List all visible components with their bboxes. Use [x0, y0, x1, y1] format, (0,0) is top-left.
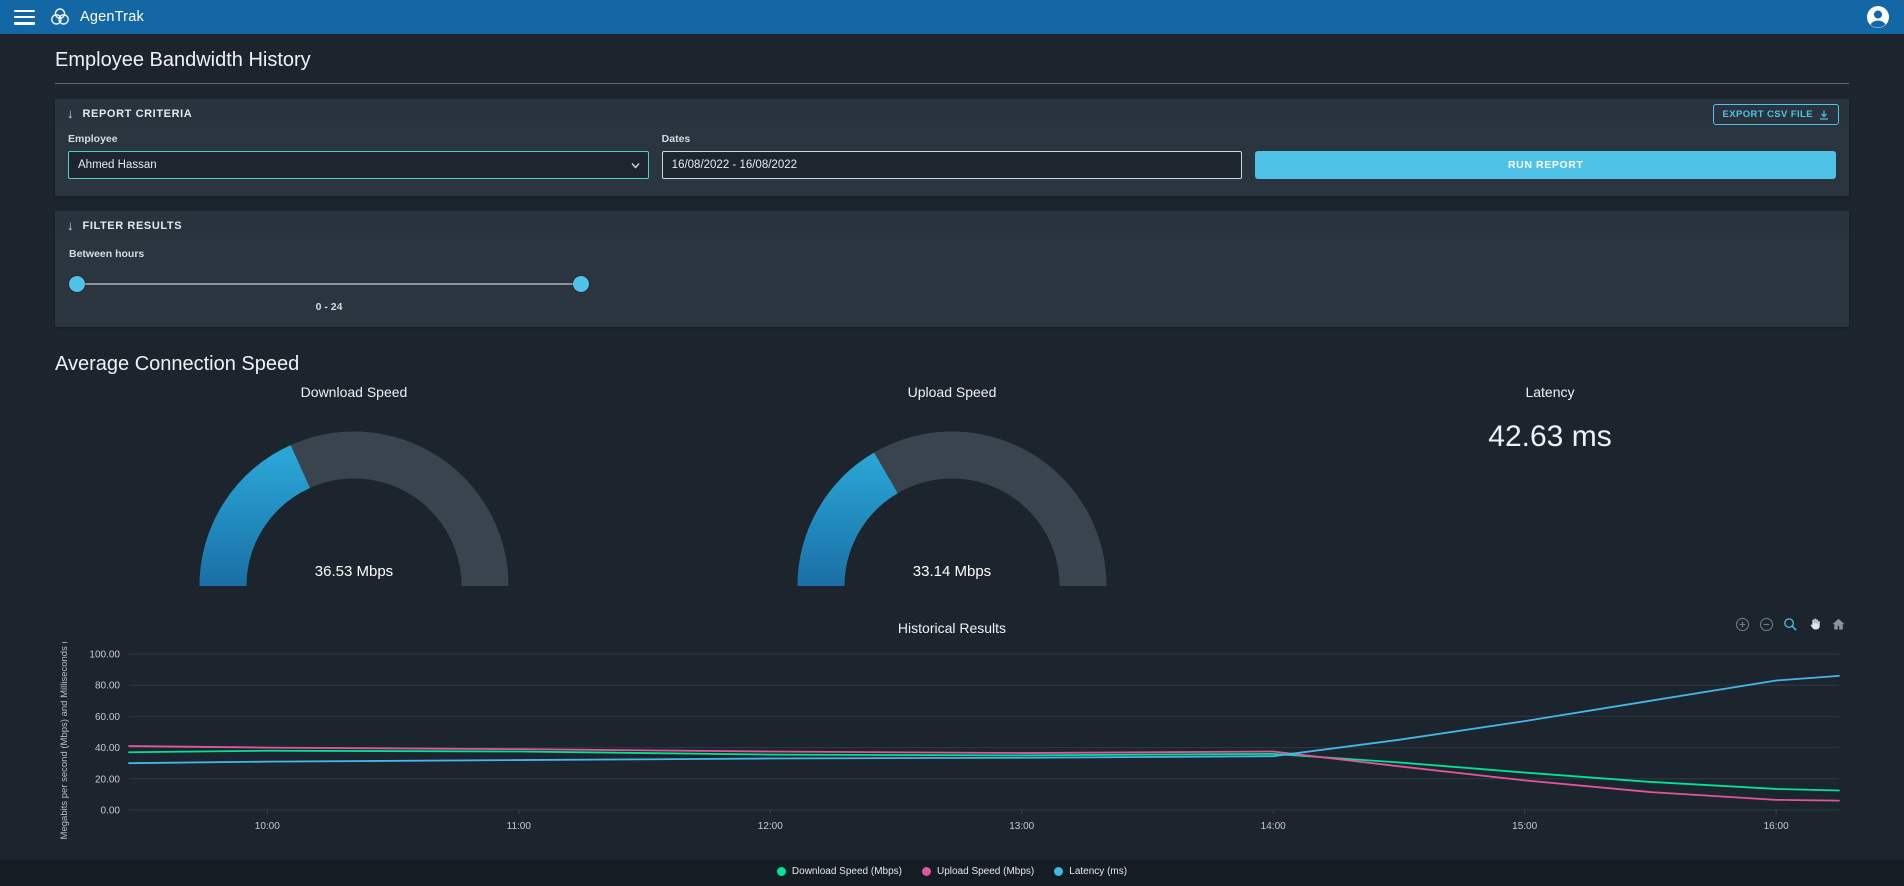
download-speed-title: Download Speed — [300, 384, 408, 400]
historical-results-header: Historical Results — [55, 617, 1849, 638]
download-speed-gauge: 36.53 Mbps — [194, 420, 514, 592]
employee-field: Employee Ahmed Hassan — [68, 133, 649, 179]
app-title: AgenTrak — [80, 9, 144, 25]
zoom-out-icon[interactable] — [1758, 616, 1775, 633]
selection-zoom-icon[interactable] — [1782, 616, 1799, 633]
upload-speed-gauge: 33.14 Mbps — [792, 420, 1112, 592]
svg-text:60.00: 60.00 — [95, 712, 120, 723]
svg-text:10:00: 10:00 — [255, 821, 280, 832]
report-criteria-header: ↓ REPORT CRITERIA EXPORT CSV FILE — [55, 99, 1849, 126]
menu-icon[interactable] — [14, 9, 35, 25]
legend-label-download: Download Speed (Mbps) — [791, 866, 902, 877]
average-section-title: Average Connection Speed — [55, 353, 300, 375]
slider-handle-max[interactable] — [573, 276, 589, 292]
download-speed-value: 36.53 Mbps — [314, 563, 394, 580]
run-report-button[interactable]: RUN REPORT — [1255, 151, 1837, 179]
svg-text:100.00: 100.00 — [89, 650, 120, 661]
filter-results-body: Between hours 0 - 24 — [55, 238, 1849, 327]
svg-text:12:00: 12:00 — [758, 821, 783, 832]
svg-text:Megabits per second (Mbps) and: Megabits per second (Mbps) and Milliseco… — [59, 642, 70, 839]
upload-speed-value: 33.14 Mbps — [912, 563, 992, 580]
chart-legend: Download Speed (Mbps) Upload Speed (Mbps… — [0, 860, 1904, 886]
slider-track[interactable] — [71, 283, 587, 285]
svg-text:80.00: 80.00 — [95, 681, 120, 692]
page-title: Employee Bandwidth History — [55, 34, 1849, 84]
legend-label-upload: Upload Speed (Mbps) — [936, 866, 1035, 877]
latency-title: Latency — [1525, 384, 1575, 400]
filter-results-title: FILTER RESULTS — [82, 219, 183, 232]
collapse-arrow-icon[interactable]: ↓ — [67, 219, 74, 232]
agentrak-logo-icon — [51, 8, 69, 25]
latency-card: Latency 42.63 ms — [1251, 384, 1849, 592]
legend-dot-download — [776, 867, 786, 876]
app-bar: AgenTrak — [0, 0, 1904, 34]
collapse-arrow-icon[interactable]: ↓ — [67, 107, 74, 120]
employee-select[interactable]: Ahmed Hassan — [68, 151, 649, 179]
slider-handle-min[interactable] — [69, 276, 85, 292]
legend-label-latency: Latency (ms) — [1069, 866, 1128, 877]
svg-text:20.00: 20.00 — [95, 774, 120, 785]
between-hours-label: Between hours — [69, 248, 145, 260]
svg-text:14:00: 14:00 — [1261, 821, 1286, 832]
svg-text:11:00: 11:00 — [507, 821, 532, 832]
user-avatar-icon[interactable] — [1866, 5, 1890, 29]
svg-text:0.00: 0.00 — [101, 806, 121, 817]
legend-item-latency[interactable]: Latency (ms) — [1054, 866, 1127, 877]
brand: AgenTrak — [49, 6, 144, 28]
latency-value: 42.63 ms — [1488, 420, 1612, 453]
hours-range-slider — [69, 276, 589, 292]
filter-results-panel: ↓ FILTER RESULTS Between hours 0 - 24 — [55, 211, 1849, 327]
home-icon[interactable] — [1830, 616, 1847, 633]
zoom-in-icon[interactable] — [1734, 616, 1751, 633]
svg-text:13:00: 13:00 — [1009, 821, 1034, 832]
hours-range-value: 0 - 24 — [315, 301, 343, 313]
legend-dot-latency — [1054, 867, 1064, 876]
export-csv-button[interactable]: EXPORT CSV FILE — [1712, 104, 1839, 125]
historical-results-title: Historical Results — [897, 620, 1007, 636]
svg-text:40.00: 40.00 — [95, 743, 120, 754]
averages-row: Download Speed 36.53 Mbps Upload Speed 3… — [55, 384, 1849, 592]
upload-speed-title: Upload Speed — [907, 384, 997, 400]
historical-chart[interactable]: 0.00 20.00 40.00 60.00 80.00 100.00 10:00 11:00… — [55, 642, 1849, 854]
download-speed-card: Download Speed 36.53 Mbps — [55, 384, 653, 592]
pan-icon[interactable] — [1806, 616, 1823, 633]
chevron-down-icon — [631, 163, 640, 169]
dates-label: Dates — [661, 133, 691, 145]
filter-results-header: ↓ FILTER RESULTS — [55, 211, 1849, 238]
dates-field: Dates — [661, 133, 1243, 179]
legend-item-download[interactable]: Download Speed (Mbps) — [776, 866, 902, 877]
upload-speed-card: Upload Speed 33.14 Mbps — [653, 384, 1251, 592]
employee-label: Employee — [68, 133, 118, 145]
download-icon — [1820, 110, 1828, 120]
chart-toolbar — [1734, 616, 1847, 633]
legend-dot-upload — [921, 867, 931, 876]
svg-text:15:00: 15:00 — [1512, 821, 1537, 832]
export-csv-label: EXPORT CSV FILE — [1722, 109, 1813, 120]
report-criteria-title: REPORT CRITERIA — [82, 107, 193, 120]
legend-item-upload[interactable]: Upload Speed (Mbps) — [921, 866, 1035, 877]
svg-text:16:00: 16:00 — [1764, 821, 1789, 832]
report-criteria-form: Employee Ahmed Hassan Dates RUN REPORT — [55, 126, 1849, 196]
report-criteria-panel: ↓ REPORT CRITERIA EXPORT CSV FILE Employ… — [55, 99, 1849, 196]
employee-select-value: Ahmed Hassan — [78, 159, 157, 171]
dates-input[interactable] — [661, 151, 1243, 179]
run-report-field: RUN REPORT — [1255, 133, 1837, 179]
